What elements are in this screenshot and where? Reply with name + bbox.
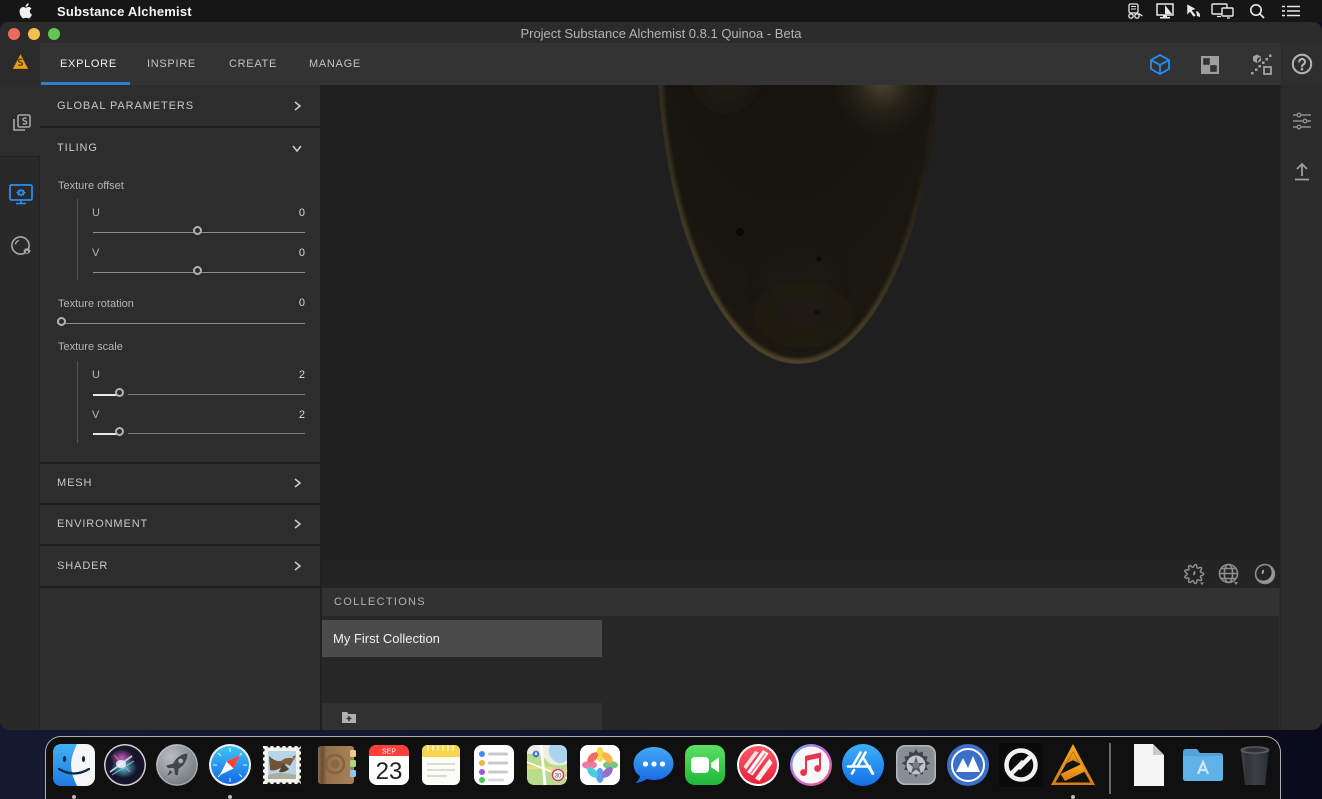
svg-text:23: 23 bbox=[376, 758, 403, 785]
svg-text:30: 30 bbox=[555, 774, 562, 780]
svg-text:SEP: SEP bbox=[382, 749, 396, 756]
